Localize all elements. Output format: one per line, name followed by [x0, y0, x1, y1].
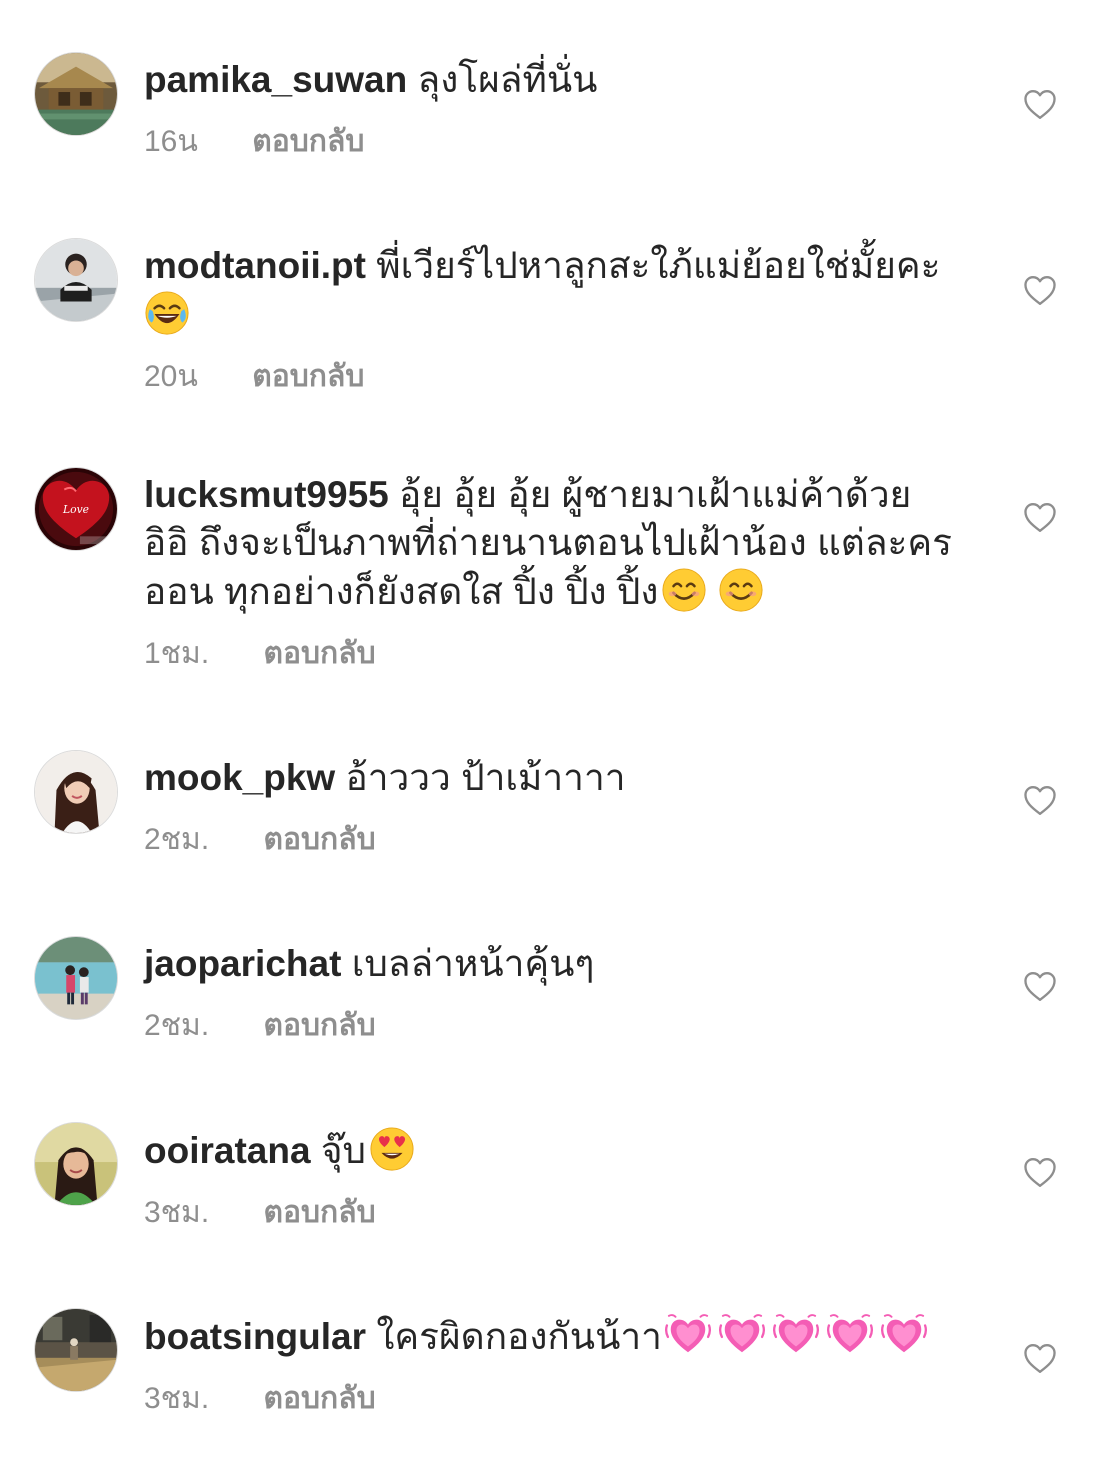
reply-button[interactable]: ตอบกลับ: [264, 630, 376, 677]
comment-message: อุ้ย อุ้ย อุ้ย ผู้ชายมาเฝ้าแม่ค้าด้วย: [399, 474, 912, 515]
like-heart-icon[interactable]: [1022, 274, 1058, 306]
avatar-resort-photo: [35, 53, 117, 135]
avatar[interactable]: [34, 750, 118, 834]
like-heart-icon[interactable]: [1022, 1342, 1058, 1374]
comment-meta: 3ชม. ตอบกลับ: [144, 1189, 964, 1229]
comment-message: ใครผิดกองกันน้าา: [376, 1316, 662, 1357]
beating-heart-emoji-icon: [719, 1312, 765, 1358]
comment-body: modtanoii.pt พี่เวียร์ไปหาลูกสะใภ้แม่ย้อ…: [144, 242, 964, 393]
username-link[interactable]: boatsingular: [144, 1316, 366, 1357]
reply-button[interactable]: ตอบกลับ: [264, 816, 376, 863]
beating-heart-emoji-icon: [773, 1312, 819, 1358]
reply-button[interactable]: ตอบกลับ: [252, 118, 364, 165]
like-heart-icon[interactable]: [1022, 784, 1058, 816]
avatar[interactable]: [34, 238, 118, 322]
heart-eyes-emoji-icon: [369, 1126, 415, 1172]
comment-body: pamika_suwan ลุงโผล่ที่นั่น 16น ตอบกลับ: [144, 56, 964, 158]
username-link[interactable]: lucksmut9955: [144, 474, 389, 515]
svg-text:Love: Love: [62, 503, 89, 516]
comment-message: พี่เวียร์ไปหาลูกสะใภ้แม่ย้อยใช่มั้ยคะ: [376, 245, 941, 286]
comment-text: pamika_suwan ลุงโผล่ที่นั่น: [144, 56, 964, 104]
comment-message: เบลล่าหน้าคุ้นๆ: [351, 943, 595, 984]
timestamp: 2ชม.: [144, 1009, 210, 1042]
avatar-woman-green: [35, 1123, 117, 1205]
comment-message: อิอิ ถึงจะเป็นภาพที่ถ่ายนานตอนไปเฝ้าน้อง…: [144, 522, 952, 563]
comment-meta: 2ชม. ตอบกลับ: [144, 1002, 964, 1042]
comment-body: mook_pkw อ้าววว ป้าเม้าาาา 2ชม. ตอบกลับ: [144, 754, 964, 856]
username-link[interactable]: pamika_suwan: [144, 59, 407, 100]
avatar-couple-lake: [35, 937, 117, 1019]
like-heart-icon[interactable]: [1022, 970, 1058, 1002]
avatar-street-scene: [35, 1309, 117, 1391]
timestamp: 3ชม.: [144, 1196, 210, 1229]
reply-button[interactable]: ตอบกลับ: [264, 1375, 376, 1422]
comment-meta: 16น ตอบกลับ: [144, 118, 964, 158]
comment-text: mook_pkw อ้าววว ป้าเม้าาาา: [144, 754, 964, 802]
comment-meta: 2ชม. ตอบกลับ: [144, 816, 964, 856]
like-heart-icon[interactable]: [1022, 501, 1058, 533]
comment-body: jaoparichat เบลล่าหน้าคุ้นๆ 2ชม. ตอบกลับ: [144, 940, 964, 1042]
comment-message: ออน ทุกอย่างก็ยังสดใส ปิ้ง ปิ้ง ปิ้ง: [144, 571, 659, 612]
beating-heart-emoji-icon: [827, 1312, 873, 1358]
avatar[interactable]: [34, 1122, 118, 1206]
comment-text: ooiratana จุ๊บ: [144, 1126, 964, 1175]
smile-emoji-icon: [661, 567, 707, 613]
timestamp: 2ชม.: [144, 823, 210, 856]
comment-message: อ้าววว ป้าเม้าาาา: [345, 757, 626, 798]
avatar[interactable]: [34, 936, 118, 1020]
beating-heart-emoji-icon: [665, 1312, 711, 1358]
timestamp: 1ชม.: [144, 637, 210, 670]
avatar[interactable]: [34, 1308, 118, 1392]
avatar[interactable]: Love: [34, 467, 118, 551]
timestamp: 16น: [144, 125, 198, 158]
avatar-woman-bathroom: [35, 239, 117, 321]
reply-button[interactable]: ตอบกลับ: [252, 353, 364, 400]
comment-meta: 20น ตอบกลับ: [144, 353, 964, 393]
comment-meta: 3ชม. ตอบกลับ: [144, 1375, 964, 1415]
avatar[interactable]: [34, 52, 118, 136]
comment-message: ลุงโผล่ที่นั่น: [417, 59, 598, 100]
smile-emoji-icon: [718, 567, 764, 613]
avatar-love-heart: Love: [35, 468, 117, 550]
comment-body: boatsingular ใครผิดกองกันน้าา 3ชม. ตอบกล…: [144, 1312, 964, 1415]
comment-text: boatsingular ใครผิดกองกันน้าา: [144, 1312, 964, 1361]
timestamp: 3ชม.: [144, 1382, 210, 1415]
username-link[interactable]: mook_pkw: [144, 757, 335, 798]
comment-text: lucksmut9955 อุ้ย อุ้ย อุ้ย ผู้ชายมาเฝ้า…: [144, 471, 964, 616]
comment-body: ooiratana จุ๊บ 3ชม. ตอบกลับ: [144, 1126, 964, 1229]
beating-heart-emoji-icon: [881, 1312, 927, 1358]
comment-text: jaoparichat เบลล่าหน้าคุ้นๆ: [144, 940, 964, 988]
timestamp: 20น: [144, 360, 198, 393]
username-link[interactable]: ooiratana: [144, 1130, 311, 1171]
comment-text: modtanoii.pt พี่เวียร์ไปหาลูกสะใภ้แม่ย้อ…: [144, 242, 964, 339]
username-link[interactable]: jaoparichat: [144, 943, 341, 984]
avatar-woman-portrait: [35, 751, 117, 833]
username-link[interactable]: modtanoii.pt: [144, 245, 366, 286]
reply-button[interactable]: ตอบกลับ: [264, 1002, 376, 1049]
comment-body: lucksmut9955 อุ้ย อุ้ย อุ้ย ผู้ชายมาเฝ้า…: [144, 471, 964, 670]
like-heart-icon[interactable]: [1022, 88, 1058, 120]
reply-button[interactable]: ตอบกลับ: [264, 1189, 376, 1236]
joy-emoji-icon: [144, 290, 190, 336]
comment-meta: 1ชม. ตอบกลับ: [144, 630, 964, 670]
comment-message: จุ๊บ: [320, 1130, 366, 1171]
like-heart-icon[interactable]: [1022, 1156, 1058, 1188]
